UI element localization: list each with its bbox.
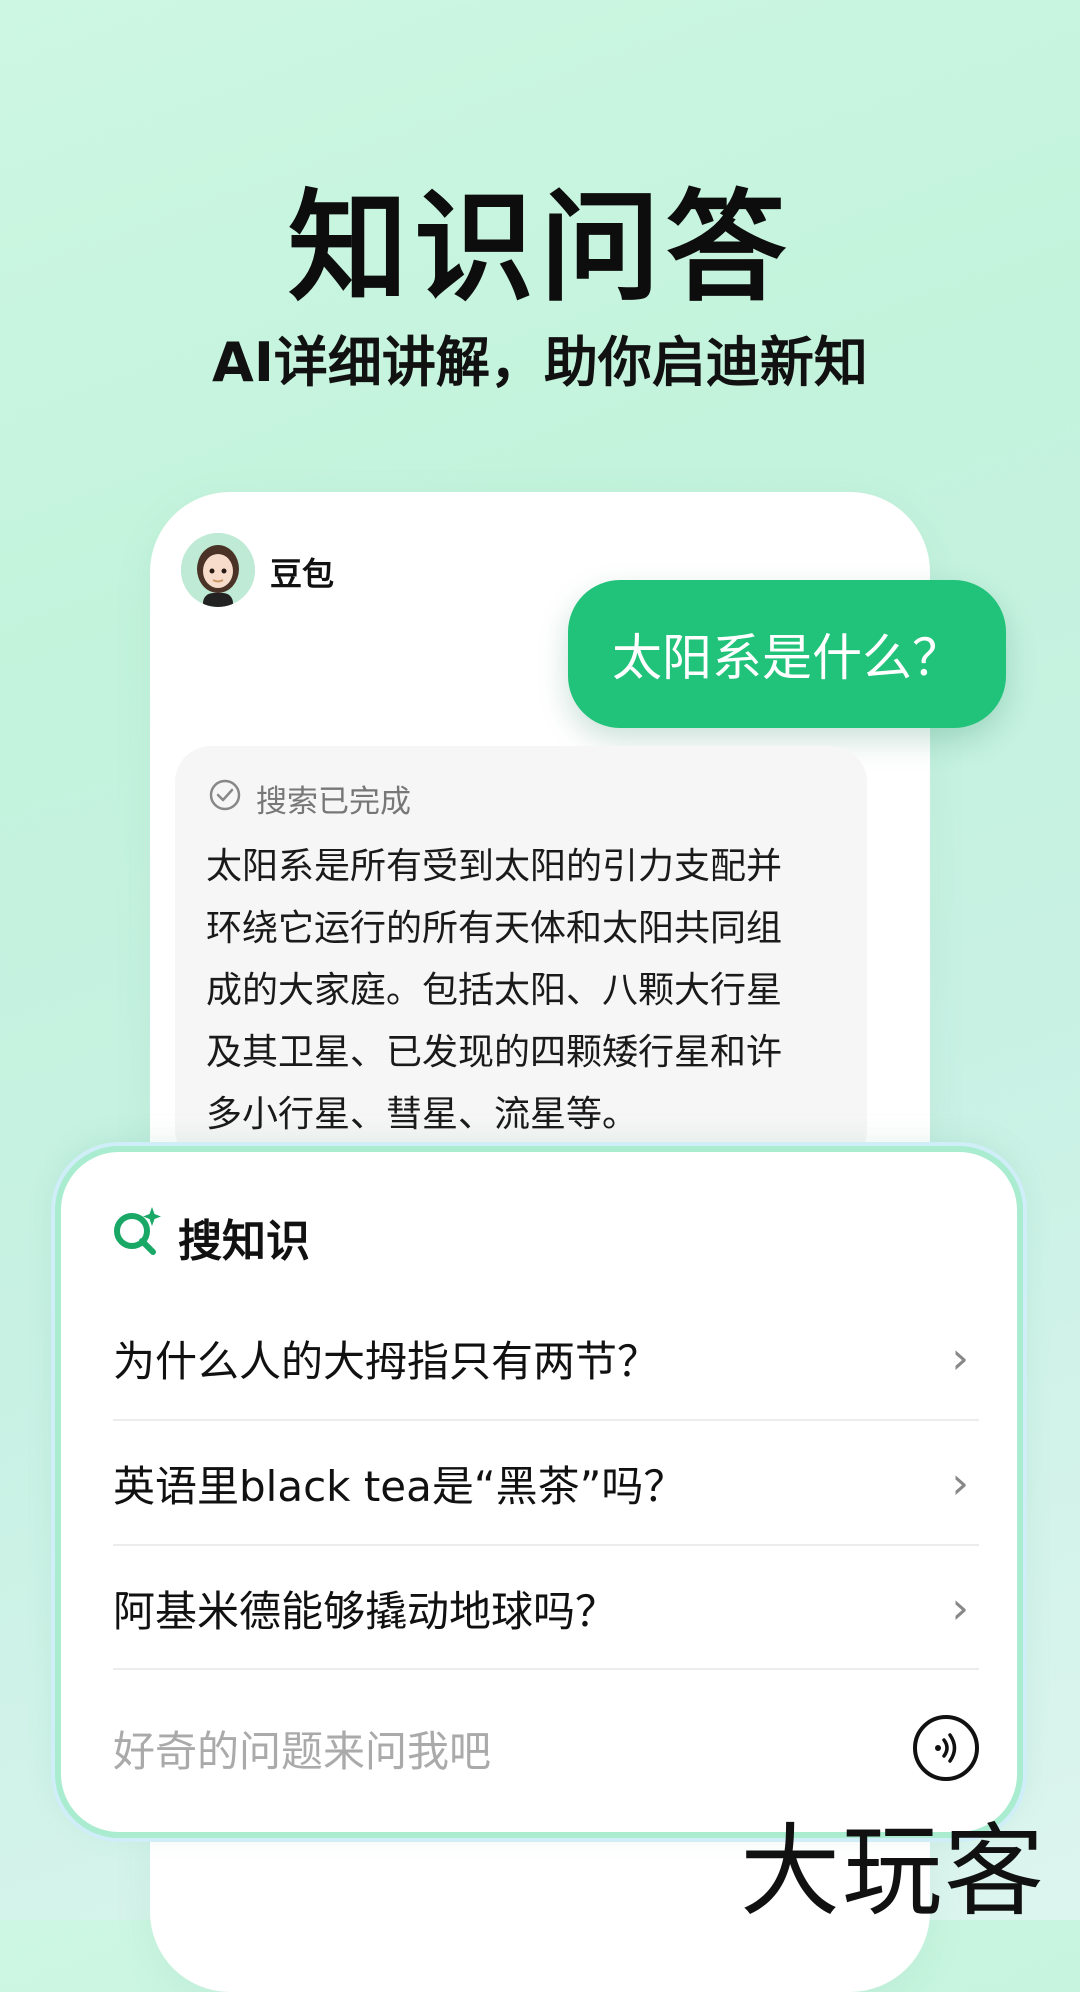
answer-line: 成的大家庭。包括太阳、八颗大行星 (206, 970, 783, 1011)
voice-wave-icon[interactable] (913, 1715, 979, 1781)
answer-line: 及其卫星、已发现的四颗矮行星和许 (206, 1032, 783, 1073)
headline: 知识问答 (288, 179, 792, 318)
watermark: 大玩客 (740, 1813, 1046, 1930)
answer-line: 太阳系是所有受到太阳的引力支配并 (206, 846, 783, 887)
user-message-bubble: 太阳系是什么？ (568, 580, 1006, 728)
question-row[interactable]: 阿基米德能够撬动地球吗？ › (113, 1546, 979, 1670)
question-text: 英语里black tea是“黑茶”吗？ (113, 1461, 686, 1511)
question-row[interactable]: 英语里black tea是“黑茶”吗？ › (113, 1421, 979, 1545)
answer-line: 多小行星、彗星、流星等。 (206, 1094, 639, 1135)
subheadline: AI详细讲解，助你启迪新知 (212, 331, 868, 394)
answer-text: 太阳系是所有受到太阳的引力支配并 环绕它运行的所有天体和太阳共同组 成的大家庭。… (206, 836, 846, 1146)
avatar (181, 533, 255, 607)
chevron-right-icon: › (951, 1332, 969, 1384)
answer-line: 环绕它运行的所有天体和太阳共同组 (206, 908, 783, 949)
check-circle-icon (208, 778, 242, 820)
divider (113, 1668, 979, 1670)
search-status: 搜索已完成 (208, 776, 411, 821)
search-status-label: 搜索已完成 (256, 784, 411, 820)
input-row: 好奇的问题来问我吧 (113, 1708, 979, 1788)
question-input[interactable]: 好奇的问题来问我吧 (113, 1718, 491, 1779)
panel-title-label: 搜知识 (178, 1215, 310, 1267)
bot-name: 豆包 (270, 555, 335, 593)
chevron-right-icon: › (951, 1582, 969, 1634)
search-sparkle-icon (110, 1203, 166, 1270)
question-text: 阿基米德能够撬动地球吗？ (113, 1586, 618, 1636)
question-row[interactable]: 为什么人的大拇指只有两节？ › (113, 1296, 979, 1420)
chevron-right-icon: › (951, 1457, 969, 1509)
panel-title: 搜知识 (110, 1203, 310, 1270)
question-text: 为什么人的大拇指只有两节？ (113, 1336, 660, 1386)
